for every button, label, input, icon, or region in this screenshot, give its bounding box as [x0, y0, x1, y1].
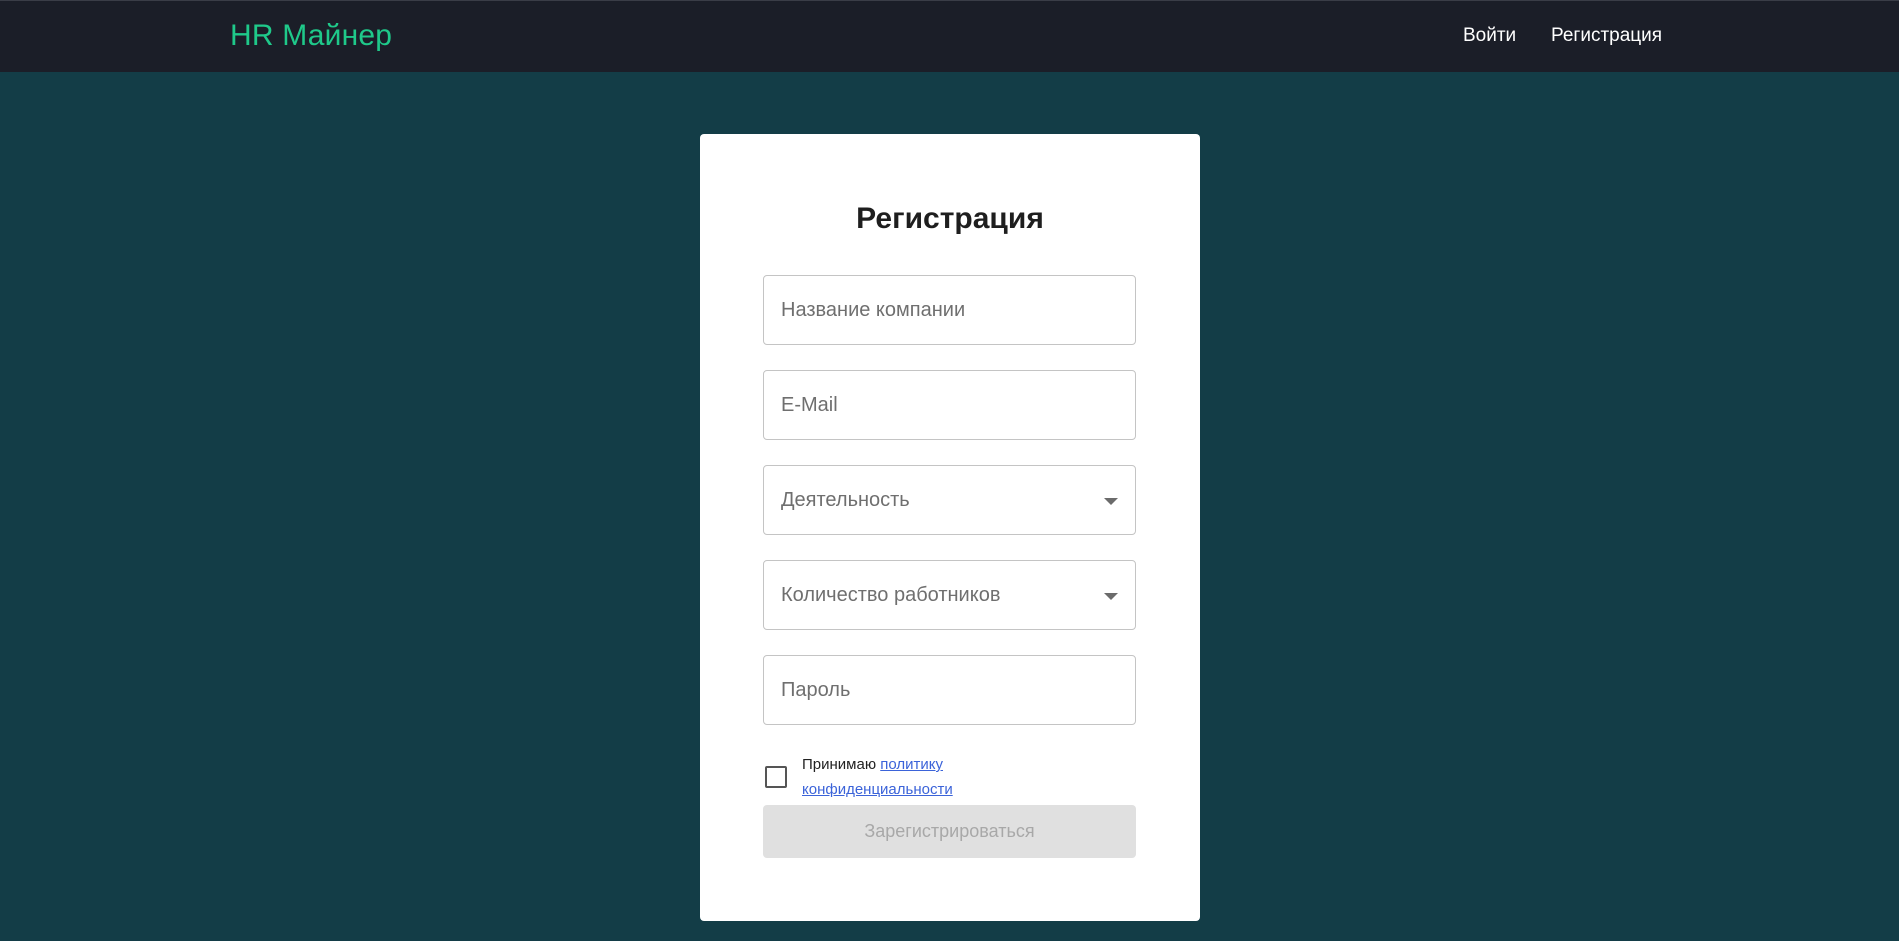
privacy-consent-label: Принимаю политику конфиденциальности: [802, 752, 1002, 802]
privacy-policy-link-part1: политику: [880, 756, 943, 773]
nav-register-link[interactable]: Регистрация: [1551, 25, 1662, 47]
activity-placeholder: Деятельность: [781, 489, 910, 511]
registration-card: Регистрация Название компании E-Mail Дея…: [700, 134, 1200, 921]
email-placeholder: E-Mail: [781, 394, 838, 416]
password-placeholder: Пароль: [781, 679, 851, 701]
register-button[interactable]: Зарегистрироваться: [763, 805, 1136, 858]
email-input[interactable]: E-Mail: [763, 370, 1136, 440]
privacy-policy-link-part2: конфиденциальности: [802, 781, 953, 798]
privacy-consent-checkbox[interactable]: [765, 766, 787, 788]
top-navbar: HR Майнер Войти Регистрация: [0, 0, 1899, 72]
password-input[interactable]: Пароль: [763, 655, 1136, 725]
consent-prefix: Принимаю: [802, 756, 877, 773]
chevron-down-icon: [1104, 498, 1118, 505]
company-name-placeholder: Название компании: [781, 299, 966, 321]
chevron-down-icon: [1104, 593, 1118, 600]
form-title: Регистрация: [856, 202, 1044, 235]
employees-count-placeholder: Количество работников: [781, 584, 1001, 606]
app-logo[interactable]: HR Майнер: [230, 19, 392, 53]
nav-login-link[interactable]: Войти: [1463, 25, 1516, 47]
company-name-input[interactable]: Название компании: [763, 275, 1136, 345]
employees-count-select[interactable]: Количество работников: [763, 560, 1136, 630]
activity-select[interactable]: Деятельность: [763, 465, 1136, 535]
